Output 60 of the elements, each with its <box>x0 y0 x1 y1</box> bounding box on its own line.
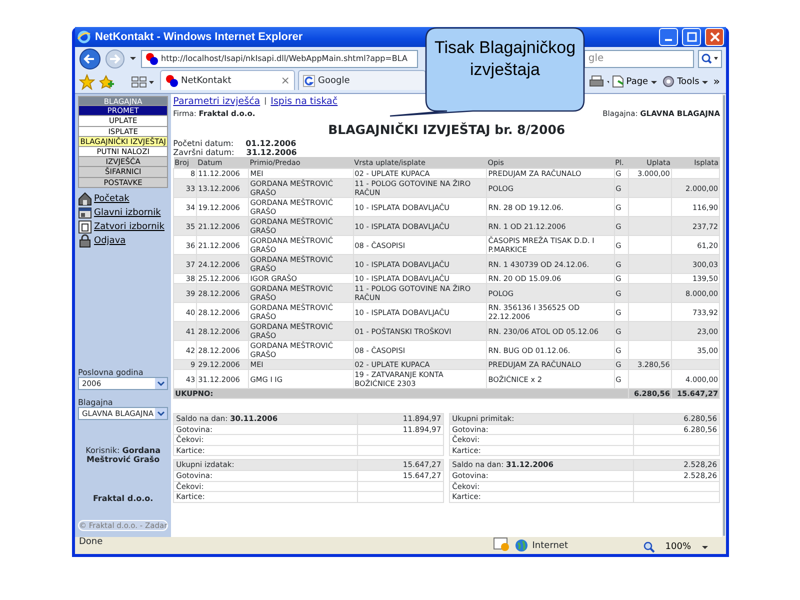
report-link[interactable]: Ispis na tiskač <box>270 96 338 107</box>
document-icon <box>78 220 92 234</box>
report-title: BLAGAJNIČKI IZVJEŠTAJ br. 8/2006 <box>327 122 566 137</box>
status-text: Done <box>79 537 104 549</box>
maximize-icon <box>686 32 696 42</box>
gear-icon <box>662 75 676 88</box>
search-field[interactable]: gle <box>584 50 694 68</box>
sidebar-link[interactable]: Zatvori izbornik <box>78 220 168 234</box>
browser-tab[interactable]: Google <box>298 70 426 90</box>
caret-icon <box>650 78 658 84</box>
maximize-button[interactable] <box>682 28 701 46</box>
globe-icon <box>515 539 528 552</box>
dropdown-arrow-icon <box>155 378 168 389</box>
company-name: Fraktal d.o.o. <box>92 494 154 503</box>
close-button[interactable] <box>705 28 724 46</box>
tab-close-button[interactable]: × <box>280 74 290 87</box>
search-button[interactable] <box>698 50 722 68</box>
lock-icon <box>78 234 92 248</box>
field-label: Poslovna godina <box>78 368 144 377</box>
browser-tab[interactable]: NetKontakt × <box>160 70 295 90</box>
dropdown-arrow-icon <box>155 408 168 419</box>
browser-logo-icon <box>77 30 91 44</box>
address-field[interactable]: http://localhost/Isapi/nkIsapi.dll/WebAppMain.shtml?app=BLA <box>141 50 418 68</box>
zoom-icon <box>643 541 656 553</box>
page-favicon-icon <box>145 52 158 65</box>
caret-icon <box>701 78 708 84</box>
date-label: Završni datum: <box>173 148 234 157</box>
date-value: 31.12.2006 <box>246 148 297 157</box>
caret-icon[interactable] <box>129 55 137 62</box>
tab-grid-icon <box>131 74 155 88</box>
favorites-star-icon[interactable] <box>79 74 95 90</box>
print-icon[interactable] <box>589 74 610 88</box>
search-icon <box>701 52 720 64</box>
zone-text: Internet <box>532 540 568 550</box>
date-label: Početni datum: <box>173 139 234 148</box>
page-favicon-icon <box>165 74 178 87</box>
callout-text: Tisak Blagajničkog izvještaja <box>433 37 577 81</box>
user-text: Korisnik: Gordana Meštrović Grašo <box>84 446 162 464</box>
add-favorite-icon[interactable] <box>98 74 114 90</box>
caret-icon <box>701 544 708 550</box>
zoom-button[interactable]: 100% <box>641 537 710 557</box>
date-value: 01.12.2006 <box>246 139 296 148</box>
page-menu-button[interactable]: Page <box>610 72 660 92</box>
field-label: Blagajna <box>78 398 114 407</box>
minimize-button[interactable] <box>659 28 678 46</box>
back-icon[interactable] <box>79 48 101 70</box>
tools-menu-button[interactable]: Tools <box>660 72 710 92</box>
window-title: NetKontakt - Windows Internet Explorer <box>95 31 304 43</box>
address-text: http://localhost/Isapi/nkIsapi.dll/WebAppMain.shtml?app=BLA <box>161 54 408 63</box>
minimize-icon <box>665 39 672 41</box>
sidebar-link[interactable]: Glavni izbornik <box>78 206 168 220</box>
window-icon <box>78 206 92 220</box>
sidebar-link[interactable]: Početak <box>78 192 168 206</box>
report-link[interactable]: Parametri izvješća <box>173 96 260 107</box>
search-engine-icon <box>303 74 315 86</box>
more-button[interactable]: » <box>711 72 722 92</box>
house-icon <box>78 192 92 206</box>
close-icon <box>710 32 720 42</box>
page-icon <box>612 75 624 88</box>
sidebar-link[interactable]: Odjava <box>78 234 168 248</box>
